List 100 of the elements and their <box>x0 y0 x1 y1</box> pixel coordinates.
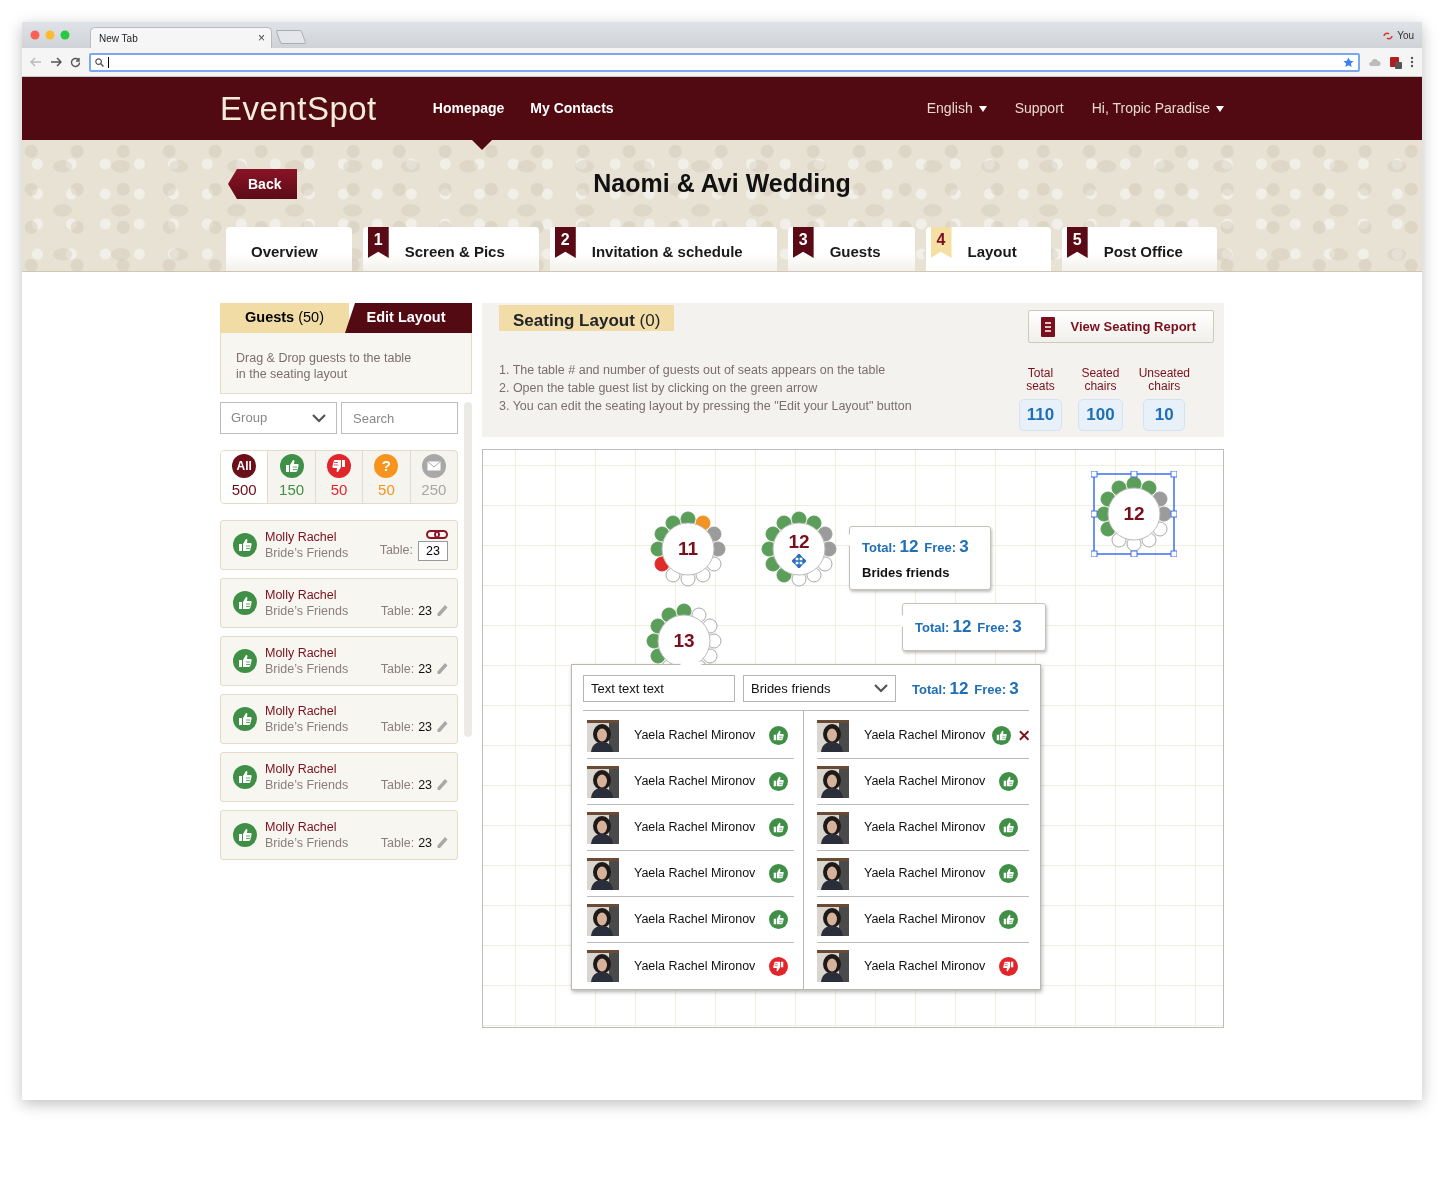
step-tab[interactable]: 4 Layout <box>925 227 1051 271</box>
profile-name[interactable]: You <box>1397 28 1414 43</box>
forward-icon[interactable] <box>50 57 62 67</box>
guest-card[interactable]: Molly Rachel Bride’s Friends Table: 23 <box>220 694 459 744</box>
table-input[interactable]: 23 <box>418 540 449 561</box>
guest-card[interactable]: Molly Rachel Bride’s Friends Table: 23 <box>220 752 459 802</box>
step-tab[interactable]: 1 Screen & Pics <box>362 227 539 271</box>
status-filter[interactable]: 150 <box>268 451 316 503</box>
guest-name: Yaela Rachel Mironov <box>634 773 757 791</box>
guest-name: Yaela Rachel Mironov <box>864 819 987 837</box>
language-menu[interactable]: English <box>926 98 987 119</box>
scrollbar[interactable] <box>464 402 472 737</box>
step-tab[interactable]: 2 Invitation & schedule <box>549 227 777 271</box>
stat-label: Unseated chairs <box>1138 367 1190 393</box>
menu-icon[interactable] <box>1410 56 1414 68</box>
search-icon <box>95 57 104 67</box>
guest-name: Yaela Rachel Mironov <box>864 957 987 975</box>
seat-summary: Total: 12 Free: 3 <box>912 677 1020 700</box>
pencil-icon[interactable] <box>436 720 449 734</box>
table-number: 12 <box>1122 503 1146 525</box>
text-cursor <box>108 56 109 68</box>
view-report-button[interactable]: View Seating Report <box>1027 310 1214 343</box>
caret-icon <box>1216 105 1224 112</box>
group-select[interactable]: Brides friends <box>743 675 896 702</box>
thumbs-up-icon <box>279 454 304 478</box>
guest-card[interactable]: Molly Rachel Bride’s Friends Table: 23 <box>220 810 459 860</box>
guest-name: Yaela Rachel Mironov <box>634 865 757 883</box>
reload-icon[interactable] <box>70 56 81 68</box>
step-tab[interactable]: Overview <box>226 227 352 271</box>
back-icon[interactable] <box>30 57 42 67</box>
chevron-icon <box>874 684 888 693</box>
address-bar[interactable] <box>89 52 1360 72</box>
search-field[interactable]: Search <box>341 402 459 434</box>
pencil-icon[interactable] <box>436 836 449 850</box>
hint-text: Drag & Drop guests to the table in the seating layout <box>220 333 472 394</box>
instruction-text: 3. You can edit the seating layout by pressing the "Edit your Layout" button <box>499 398 912 415</box>
guest-name: Yaela Rachel Mironov <box>634 819 757 837</box>
nav-link[interactable]: My Contacts <box>530 98 614 119</box>
guest-name: Molly Rachel <box>265 819 338 835</box>
chevron-icon <box>312 413 326 423</box>
guest-group: Bride’s Friends <box>265 661 381 677</box>
round-table[interactable] <box>648 509 728 589</box>
table-number: 12 <box>787 531 811 553</box>
panel-tab[interactable]: Guests (50) <box>220 303 349 333</box>
guest-card[interactable]: Molly Rachel Bride’s Friends Table: 23 <box>220 520 459 570</box>
instruction-text: 1. The table # and number of guests out of seats appears on the table <box>499 362 887 379</box>
section-title: Seating Layout (0) <box>499 305 675 331</box>
round-table[interactable] <box>759 509 839 589</box>
guest-card[interactable]: Molly Rachel Bride’s Friends Table: 23 <box>220 578 459 628</box>
panel-tab[interactable]: Edit Layout <box>345 303 472 333</box>
status-filter[interactable]: All 500 <box>221 451 269 503</box>
seat-summary: Total: 12 Free: 3 <box>915 616 1023 638</box>
user-menu[interactable]: Hi, Tropic Paradise <box>1091 98 1224 119</box>
move-icon[interactable] <box>792 554 806 568</box>
stat-value: 100 <box>1078 399 1123 431</box>
group-name: Brides friends <box>862 563 951 582</box>
nav-link[interactable]: Homepage <box>432 98 505 119</box>
step-number: 4 <box>930 227 952 258</box>
table-label: Table: <box>379 542 414 560</box>
link-icon[interactable] <box>426 529 449 539</box>
guest-name: Molly Rachel <box>265 587 338 603</box>
caret-icon <box>978 105 987 112</box>
guest-group: Bride’s Friends <box>265 835 381 851</box>
guest-name: Yaela Rachel Mironov <box>864 773 987 791</box>
support-link[interactable]: Support <box>1014 98 1064 119</box>
guest-card[interactable]: Molly Rachel Bride’s Friends Table: 23 <box>220 636 459 686</box>
logo[interactable]: EventSpot <box>220 83 377 134</box>
extension-icon[interactable] <box>1389 55 1402 69</box>
guest-group: Bride’s Friends <box>265 719 381 735</box>
table-label: Table: <box>380 776 415 794</box>
guest-group: Bride’s Friends <box>265 603 381 619</box>
step-tab[interactable]: 3 Guests <box>787 227 915 271</box>
stat-label: Total seats <box>1026 367 1055 393</box>
guest-name: Molly Rachel <box>265 761 338 777</box>
table-number: 11 <box>676 538 700 560</box>
table-label: Table: <box>380 660 415 678</box>
group-select[interactable]: Group <box>220 402 337 434</box>
remove-icon[interactable] <box>1018 730 1029 741</box>
question-badge: ? <box>374 454 399 478</box>
step-tab[interactable]: 5 Post Office <box>1061 227 1217 271</box>
name-field[interactable]: Text text text <box>583 675 735 702</box>
table-number: 13 <box>672 630 696 652</box>
pencil-icon[interactable] <box>436 604 449 618</box>
cloud-icon[interactable] <box>1368 57 1381 67</box>
event-title: Naomi & Avi Wedding <box>593 168 851 198</box>
status-filter[interactable]: 50 <box>315 451 364 503</box>
new-tab-button[interactable] <box>275 30 307 44</box>
back-button[interactable]: Back <box>228 169 298 199</box>
all-badge: All <box>232 454 257 478</box>
guest-name: Molly Rachel <box>265 645 338 661</box>
profile-icon[interactable] <box>1383 31 1394 40</box>
browser-tab[interactable]: New Tab × <box>90 27 272 48</box>
pencil-icon[interactable] <box>436 778 449 792</box>
star-icon[interactable] <box>1343 56 1354 68</box>
stat-label: Seated chairs <box>1081 367 1120 393</box>
table-label: Table: <box>380 718 415 736</box>
step-number: 2 <box>554 227 576 258</box>
pencil-icon[interactable] <box>436 662 449 676</box>
tab-close-button[interactable]: × <box>258 32 265 44</box>
table-label: Table: <box>380 834 415 852</box>
